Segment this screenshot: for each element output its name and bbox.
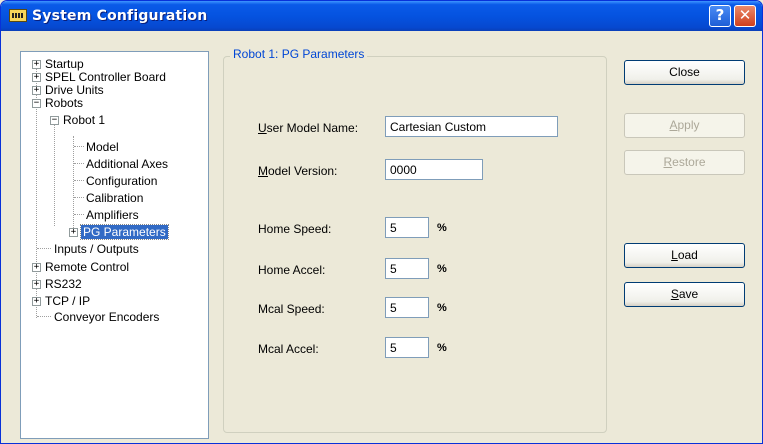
tree-item-conveyor-encoders[interactable]: Conveyor Encoders bbox=[54, 310, 159, 324]
tree-item-label: TCP / IP bbox=[45, 294, 91, 308]
tree-item-label: Additional Axes bbox=[86, 157, 169, 171]
tree-item-label: Conveyor Encoders bbox=[54, 310, 160, 324]
mnemonic: M bbox=[258, 164, 268, 178]
expand-icon[interactable]: + bbox=[32, 73, 41, 82]
tree-item-model[interactable]: Model bbox=[86, 140, 119, 154]
tree-connector bbox=[54, 120, 55, 226]
mcal-speed-input[interactable] bbox=[385, 297, 429, 318]
close-window-button[interactable]: ✕ bbox=[734, 5, 756, 27]
label-text: odel Version: bbox=[268, 164, 338, 178]
mnemonic: R bbox=[663, 155, 673, 169]
tree-item-label: Remote Control bbox=[45, 260, 130, 274]
home-accel-input[interactable] bbox=[385, 258, 429, 279]
tree-item-inputs-outputs[interactable]: Inputs / Outputs bbox=[54, 242, 139, 256]
tree-item-robots[interactable]: Robots bbox=[45, 96, 83, 110]
group-title: Robot 1: PG Parameters bbox=[230, 47, 368, 61]
button-label: ave bbox=[678, 287, 699, 301]
tree-connector bbox=[74, 146, 84, 147]
expand-icon[interactable]: + bbox=[32, 86, 41, 95]
tree-item-label: SPEL Controller Board bbox=[45, 70, 166, 84]
label-text: ser Model Name: bbox=[266, 121, 359, 135]
expand-icon[interactable]: + bbox=[32, 297, 41, 306]
tree-connector bbox=[74, 180, 84, 181]
collapse-icon[interactable]: − bbox=[50, 116, 59, 125]
mcal-accel-label: Mcal Accel: bbox=[258, 342, 319, 356]
expand-icon[interactable]: + bbox=[32, 60, 41, 69]
close-button[interactable]: Close bbox=[624, 60, 745, 85]
title-bar[interactable]: System Configuration ? ✕ bbox=[1, 1, 762, 31]
tree-item-spel-controller-board[interactable]: SPEL Controller Board bbox=[45, 70, 166, 84]
help-button[interactable]: ? bbox=[709, 5, 731, 27]
collapse-icon[interactable]: − bbox=[32, 99, 41, 108]
button-label: pply bbox=[677, 118, 700, 132]
home-speed-input[interactable] bbox=[385, 217, 429, 238]
tree-connector bbox=[37, 248, 51, 249]
tree-connector bbox=[73, 136, 74, 234]
app-icon bbox=[9, 9, 27, 22]
mcal-accel-input[interactable] bbox=[385, 337, 429, 358]
expand-icon[interactable]: + bbox=[69, 228, 78, 237]
tree-item-amplifiers[interactable]: Amplifiers bbox=[86, 208, 139, 222]
tree-item-pg-parameters[interactable]: PG Parameters bbox=[80, 224, 169, 240]
mnemonic: A bbox=[669, 118, 678, 132]
tree-item-drive-units[interactable]: Drive Units bbox=[45, 83, 104, 97]
tree-item-label: Amplifiers bbox=[86, 208, 139, 222]
model-version-label: Model Version: bbox=[258, 164, 337, 178]
button-label: estore bbox=[672, 155, 706, 169]
tree-item-label: Robot 1 bbox=[63, 113, 106, 127]
home-speed-label: Home Speed: bbox=[258, 222, 332, 236]
tree-item-tcp-ip[interactable]: TCP / IP bbox=[45, 294, 90, 308]
tree-connector bbox=[37, 316, 51, 317]
tree-connector bbox=[74, 163, 84, 164]
tree-item-label: Model bbox=[86, 140, 119, 154]
mnemonic: U bbox=[258, 121, 267, 135]
model-version-input[interactable] bbox=[385, 159, 483, 180]
tree-item-label: Startup bbox=[45, 57, 84, 71]
expand-icon[interactable]: + bbox=[32, 263, 41, 272]
load-button[interactable]: Load bbox=[624, 243, 745, 268]
tree-item-label: Drive Units bbox=[45, 83, 104, 97]
mnemonic: S bbox=[670, 287, 679, 301]
mcal-accel-unit: % bbox=[437, 342, 447, 354]
user-model-name-input[interactable] bbox=[385, 116, 558, 137]
window-title: System Configuration bbox=[32, 8, 208, 24]
config-tree[interactable]: + Startup + SPEL Controller Board + Driv… bbox=[20, 51, 209, 439]
tree-connector bbox=[74, 214, 84, 215]
tree-item-startup[interactable]: Startup bbox=[45, 57, 84, 71]
tree-item-remote-control[interactable]: Remote Control bbox=[45, 260, 129, 274]
expand-icon[interactable]: + bbox=[32, 280, 41, 289]
tree-item-label: PG Parameters bbox=[80, 224, 169, 240]
button-label: oad bbox=[677, 248, 698, 262]
tree-item-label: Robots bbox=[45, 96, 84, 110]
mcal-speed-label: Mcal Speed: bbox=[258, 302, 325, 316]
mnemonic: L bbox=[671, 248, 678, 262]
tree-item-label: Inputs / Outputs bbox=[54, 242, 139, 256]
tree-item-rs232[interactable]: RS232 bbox=[45, 277, 82, 291]
mcal-speed-unit: % bbox=[437, 302, 447, 314]
tree-item-configuration[interactable]: Configuration bbox=[86, 174, 157, 188]
home-accel-unit: % bbox=[437, 263, 447, 275]
system-configuration-window: System Configuration ? ✕ + Startup + SPE… bbox=[0, 0, 763, 444]
tree-item-robot-1[interactable]: Robot 1 bbox=[63, 113, 105, 127]
home-accel-label: Home Accel: bbox=[258, 263, 326, 277]
tree-item-additional-axes[interactable]: Additional Axes bbox=[86, 157, 168, 171]
apply-button[interactable]: Apply bbox=[624, 113, 745, 138]
user-model-name-label: User Model Name: bbox=[258, 121, 358, 135]
tree-item-label: Configuration bbox=[86, 174, 158, 188]
save-button[interactable]: Save bbox=[624, 282, 745, 307]
tree-item-label: Calibration bbox=[86, 191, 144, 205]
tree-item-label: RS232 bbox=[45, 277, 82, 291]
restore-button[interactable]: Restore bbox=[624, 150, 745, 175]
home-speed-unit: % bbox=[437, 222, 447, 234]
tree-connector bbox=[74, 197, 84, 198]
tree-item-calibration[interactable]: Calibration bbox=[86, 191, 143, 205]
pg-parameters-group bbox=[223, 56, 607, 433]
